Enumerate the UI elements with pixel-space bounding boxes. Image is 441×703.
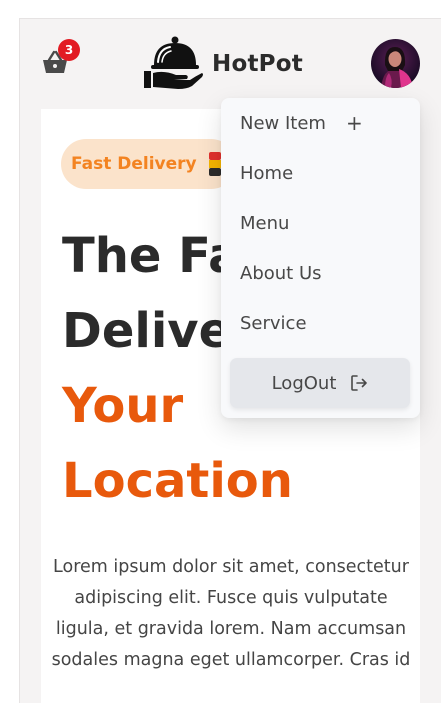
menu-item-label: New Item [240,112,326,134]
menu-item-service[interactable]: Service [240,308,307,338]
menu-item-label: Service [240,312,307,334]
user-dropdown-menu: New Item + Home Menu About Us Service Lo… [221,98,420,418]
menu-item-label: About Us [240,262,322,284]
cloche-on-hand-icon [144,36,203,89]
menu-item-new-item[interactable]: New Item + [240,108,363,138]
menu-item-label: Menu [240,212,290,234]
menu-item-menu[interactable]: Menu [240,208,289,238]
logout-icon [351,375,368,391]
brand-name: HotPot [212,51,303,77]
user-avatar[interactable] [371,39,420,88]
fast-delivery-badge: Fast Delivery [61,139,236,189]
menu-item-about-us[interactable]: About Us [240,258,322,288]
avatar-photo [371,39,420,88]
cart-count-badge: 3 [58,39,80,61]
fast-delivery-label: Fast Delivery [71,154,197,174]
brand[interactable]: HotPot [142,35,303,93]
plus-icon: + [345,111,363,135]
logout-button[interactable]: LogOut [230,358,410,408]
header: 3 HotPot [20,19,441,109]
delivery-rider-icon [208,152,221,176]
menu-item-label: Home [240,162,294,184]
logout-label: LogOut [271,372,337,394]
menu-item-home[interactable]: Home [240,158,293,188]
hero-description: Lorem ipsum dolor sit amet, consectetur … [51,557,411,670]
headline-line-4: Location [62,453,293,509]
